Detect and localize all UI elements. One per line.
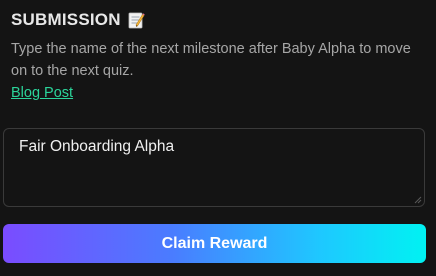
resize-grip-icon[interactable]	[414, 196, 422, 204]
memo-icon	[127, 11, 145, 29]
section-title: SUBMISSION	[11, 10, 121, 29]
instructions-text: Type the name of the next milestone afte…	[11, 41, 411, 79]
submission-panel: SUBMISSION Type the name of the next mil…	[0, 0, 436, 276]
title-row: SUBMISSION	[11, 10, 145, 30]
blog-post-link[interactable]: Blog Post	[11, 85, 73, 101]
answer-input[interactable]: Fair Onboarding Alpha	[3, 128, 425, 207]
claim-reward-button[interactable]: Claim Reward	[3, 224, 426, 263]
